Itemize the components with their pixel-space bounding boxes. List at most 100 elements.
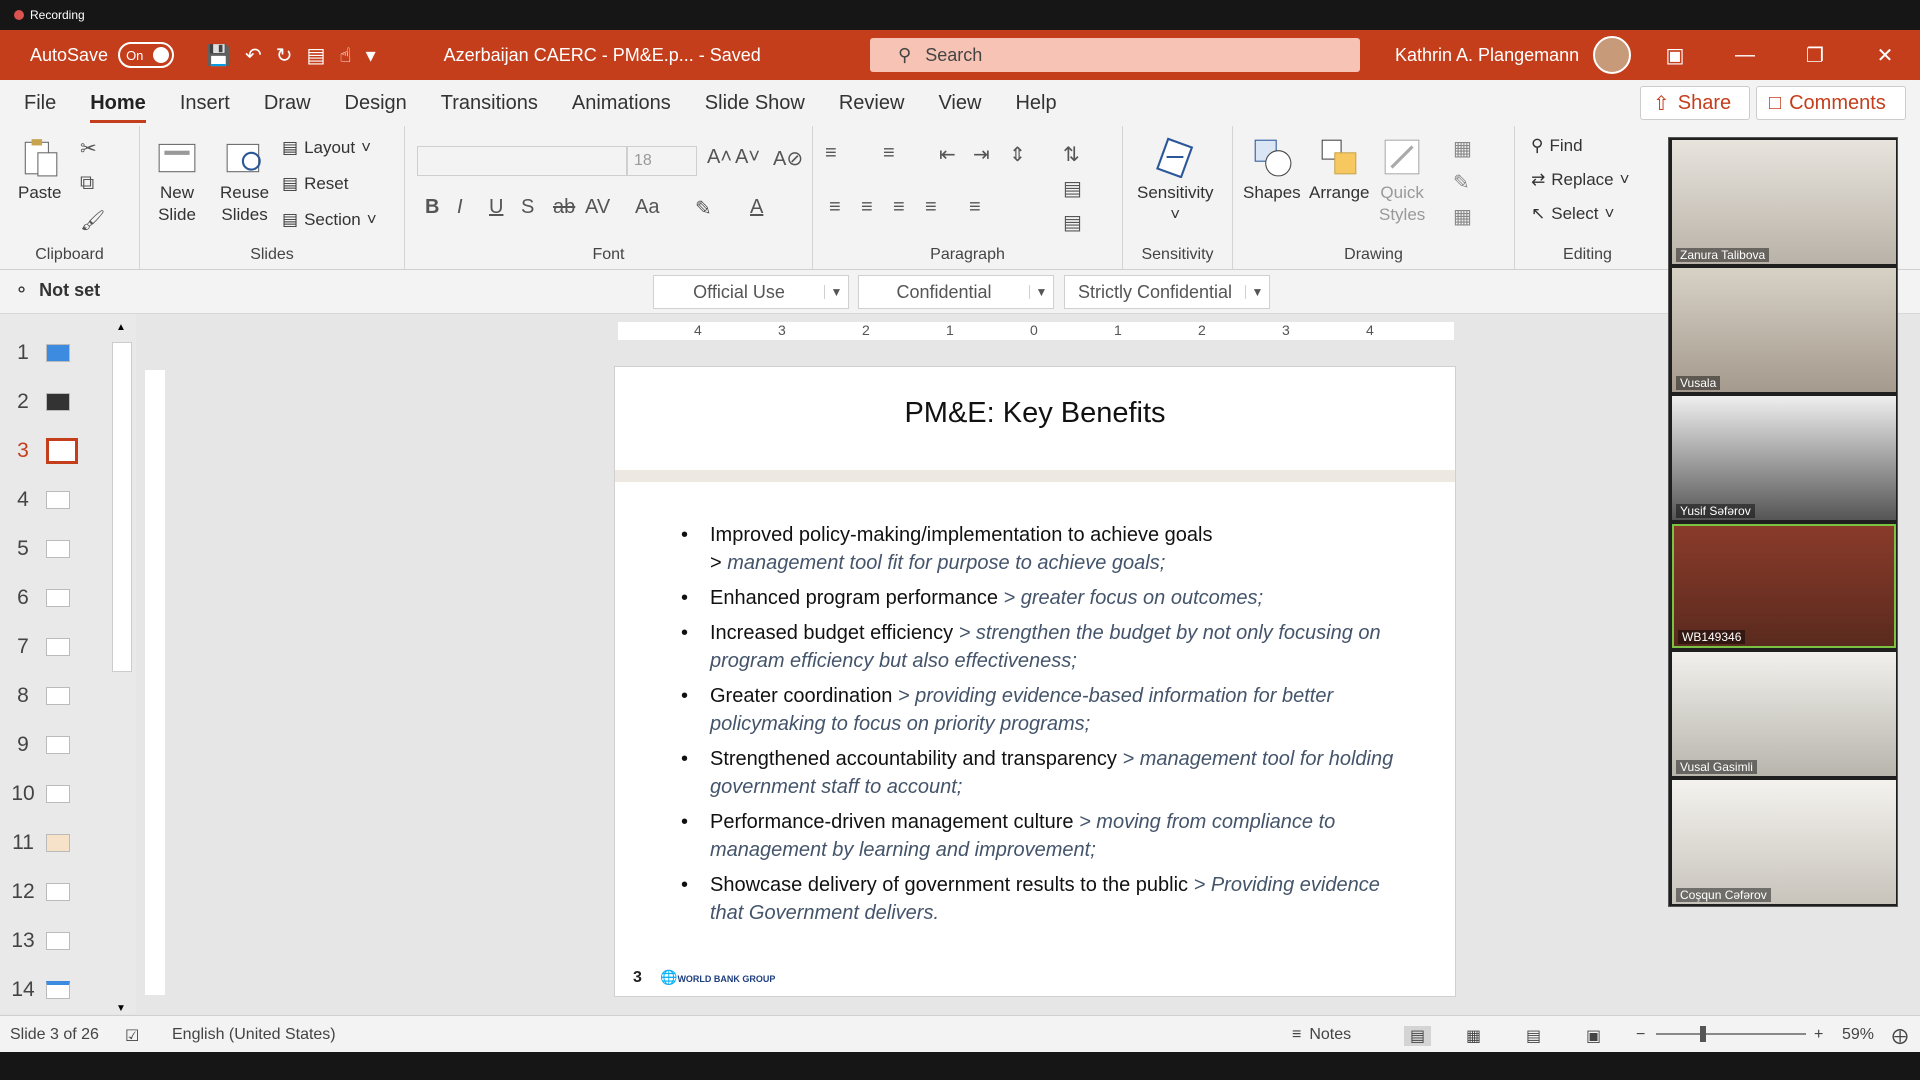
section-button[interactable]: ▤ Section ˅ — [282, 210, 377, 230]
copy-icon[interactable]: ⧉ — [80, 172, 94, 195]
highlight-icon[interactable]: ✎ — [695, 196, 712, 221]
numbering-icon[interactable]: ≡ — [883, 142, 895, 165]
shapes-button[interactable]: Shapes — [1243, 136, 1301, 204]
customize-qat-icon[interactable]: ▾ — [366, 43, 376, 68]
justify-icon[interactable]: ≡ — [925, 196, 937, 219]
slide-thumbnail[interactable]: 14 — [0, 970, 100, 1010]
change-case-icon[interactable]: Aa — [635, 196, 659, 219]
slide-thumbnail[interactable]: 2 — [0, 382, 100, 422]
undo-icon[interactable]: ↶ — [245, 43, 262, 68]
reuse-slides-button[interactable]: Reuse Slides — [220, 136, 269, 226]
participant-video[interactable]: Vusal Gasimli — [1672, 652, 1896, 776]
columns-icon[interactable]: ≡ — [969, 196, 981, 219]
reading-view-icon[interactable]: ▤ — [1526, 1026, 1541, 1046]
touch-mode-icon[interactable]: ☝ — [339, 43, 351, 68]
document-title[interactable]: Azerbaijan CAERC - PM&E.p... - Saved — [444, 45, 761, 66]
save-icon[interactable]: 💾 — [206, 43, 231, 68]
slide-thumbnail[interactable]: 5 — [0, 529, 100, 569]
restore-icon[interactable]: ❐ — [1780, 30, 1850, 80]
sensitivity-status[interactable]: ⚬ Not set — [14, 280, 100, 301]
present-icon[interactable]: ▤ — [307, 43, 326, 68]
tab-help[interactable]: Help — [1015, 92, 1056, 115]
tab-view[interactable]: View — [938, 92, 981, 115]
text-direction-icon[interactable]: ⇅ — [1063, 142, 1080, 167]
cut-icon[interactable]: ✂ — [80, 136, 97, 161]
replace-button[interactable]: ⇄ Replace ˅ — [1531, 170, 1630, 190]
shadow-icon[interactable]: S — [521, 196, 534, 219]
participant-video[interactable]: Coşqun Cəfərov — [1672, 780, 1896, 904]
decrease-indent-icon[interactable]: ⇤ — [939, 142, 956, 167]
clear-formatting-icon[interactable]: A⊘ — [773, 146, 803, 171]
slide-canvas[interactable]: PM&E: Key Benefits Improved policy-makin… — [614, 366, 1456, 997]
scroll-up-icon[interactable]: ▲ — [116, 322, 126, 333]
shape-fill-icon[interactable]: ▦ — [1453, 136, 1472, 161]
notes-button[interactable]: ≡ Notes — [1292, 1026, 1351, 1044]
slide-thumbnail[interactable]: 10 — [0, 774, 100, 814]
slide-sorter-icon[interactable]: ▦ — [1466, 1026, 1481, 1046]
avatar[interactable] — [1593, 36, 1632, 74]
shape-effects-icon[interactable]: ▦ — [1453, 204, 1472, 229]
tab-insert[interactable]: Insert — [180, 92, 230, 115]
slide-thumbnail-selected[interactable]: 3 — [0, 431, 100, 471]
participant-video-active[interactable]: WB149346 — [1672, 524, 1896, 648]
tab-draw[interactable]: Draw — [264, 92, 311, 115]
slide-title[interactable]: PM&E: Key Benefits — [615, 397, 1455, 430]
thumbnails-scrollbar[interactable]: ▲ ▼ — [110, 322, 132, 1014]
font-size-select[interactable]: 18 — [627, 146, 697, 176]
language-indicator[interactable]: English (United States) — [172, 1026, 336, 1044]
char-spacing-icon[interactable]: AV — [585, 196, 610, 219]
chevron-down-icon[interactable]: ▼ — [1245, 285, 1269, 299]
normal-view-icon[interactable]: ▤ — [1404, 1026, 1432, 1046]
fit-to-window-icon[interactable]: ⨁ — [1892, 1026, 1908, 1046]
chevron-down-icon[interactable]: ▼ — [1029, 285, 1053, 299]
decrease-font-icon[interactable]: A˅ — [735, 146, 760, 169]
zoom-in-icon[interactable]: + — [1814, 1026, 1823, 1044]
chevron-down-icon[interactable]: ▼ — [824, 285, 848, 299]
new-slide-button[interactable]: New Slide — [156, 136, 198, 226]
accessibility-icon[interactable]: ☑ — [125, 1026, 139, 1046]
slide-thumbnail[interactable]: 1 — [0, 333, 100, 373]
bullets-icon[interactable]: ≡ — [825, 142, 837, 165]
slide-thumbnail[interactable]: 12 — [0, 872, 100, 912]
font-color-icon[interactable]: A — [750, 196, 763, 219]
increase-font-icon[interactable]: A˄ — [707, 146, 732, 169]
slide-thumbnail[interactable]: 7 — [0, 627, 100, 667]
autosave-toggle[interactable]: On — [118, 42, 175, 68]
format-painter-icon[interactable]: 🖌 — [80, 208, 105, 233]
participant-video[interactable]: Vusala — [1672, 268, 1896, 392]
scroll-down-icon[interactable]: ▼ — [116, 1003, 126, 1014]
participant-video[interactable]: Yusif Səfərov — [1672, 396, 1896, 520]
find-button[interactable]: ⚲ Find — [1531, 136, 1583, 156]
reset-button[interactable]: ▤ Reset — [282, 174, 348, 194]
tab-transitions[interactable]: Transitions — [441, 92, 538, 115]
tab-slide-show[interactable]: Slide Show — [705, 92, 805, 115]
comments-button[interactable]: □ Comments — [1756, 86, 1906, 120]
increase-indent-icon[interactable]: ⇥ — [973, 142, 990, 167]
paste-button[interactable]: Paste — [18, 136, 61, 204]
tab-home[interactable]: Home — [90, 92, 146, 123]
slide-thumbnail[interactable]: 8 — [0, 676, 100, 716]
participant-video[interactable]: Zanura Talibova — [1672, 140, 1896, 264]
search-box[interactable]: ⚲ Search — [870, 38, 1360, 72]
layout-button[interactable]: ▤ Layout ˅ — [282, 138, 371, 158]
shape-outline-icon[interactable]: ✎ — [1453, 170, 1470, 195]
share-button[interactable]: ⇧ Share — [1640, 86, 1750, 120]
slide-thumbnail[interactable]: 9 — [0, 725, 100, 765]
slide-thumbnail[interactable]: 13 — [0, 921, 100, 961]
confidential-button[interactable]: Confidential ▼ — [858, 275, 1054, 309]
align-text-icon[interactable]: ▤ — [1063, 176, 1082, 201]
slide-thumbnail[interactable]: 11 — [0, 823, 100, 863]
slide-thumbnail[interactable]: 4 — [0, 480, 100, 520]
minimize-icon[interactable]: — — [1710, 30, 1780, 80]
arrange-button[interactable]: Arrange — [1309, 136, 1369, 204]
close-icon[interactable]: ✕ — [1850, 30, 1920, 80]
slide-thumbnail[interactable]: 6 — [0, 578, 100, 618]
tab-file[interactable]: File — [24, 92, 56, 115]
tab-review[interactable]: Review — [839, 92, 905, 115]
align-left-icon[interactable]: ≡ — [829, 196, 841, 219]
redo-icon[interactable]: ↻ — [276, 43, 293, 68]
align-right-icon[interactable]: ≡ — [893, 196, 905, 219]
zoom-slider-thumb[interactable] — [1700, 1026, 1707, 1042]
zoom-out-icon[interactable]: − — [1636, 1026, 1645, 1044]
slideshow-view-icon[interactable]: ▣ — [1586, 1026, 1601, 1046]
